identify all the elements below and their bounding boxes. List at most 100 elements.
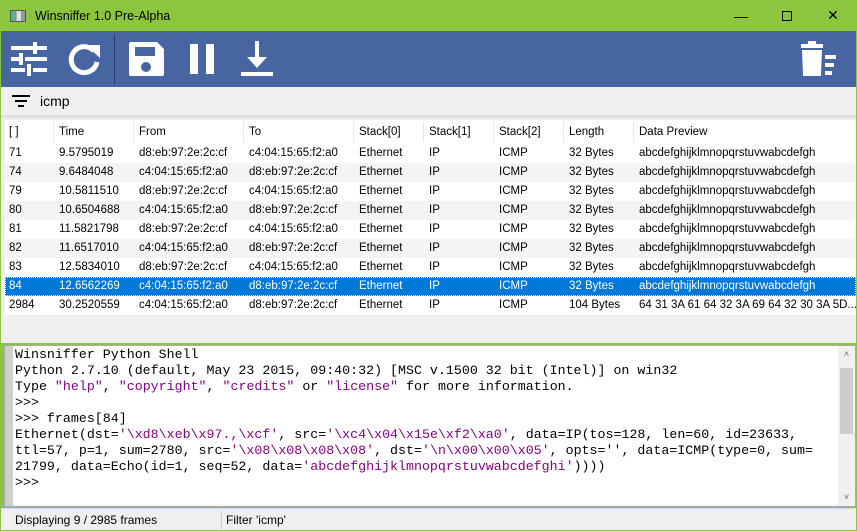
table-cell: Ethernet bbox=[359, 261, 403, 273]
column-header[interactable]: [ ] bbox=[9, 120, 19, 144]
table-cell: abcdefghijklmnopqrstuvwabcdefgh bbox=[639, 280, 816, 292]
status-divider bbox=[221, 511, 222, 529]
column-divider[interactable] bbox=[493, 122, 494, 142]
table-cell: c4:04:15:65:f2:a0 bbox=[249, 147, 338, 159]
filter-input[interactable]: icmp bbox=[40, 93, 70, 109]
save-button[interactable] bbox=[126, 39, 166, 79]
column-divider[interactable] bbox=[133, 122, 134, 142]
table-cell: IP bbox=[429, 280, 440, 292]
maximize-button[interactable] bbox=[764, 0, 810, 31]
table-cell: 81 bbox=[9, 223, 22, 235]
pause-button[interactable] bbox=[182, 39, 222, 79]
frames-table: [ ] Time From To Stack[0] Stack[1] Stack[2] Len… bbox=[5, 120, 857, 315]
table-row[interactable]: 81 11.5821798 d8:eb:97:2e:2c:cf c4:04:15:65… bbox=[5, 220, 856, 239]
table-row[interactable]: 82 11.6517010 c4:04:15:65:f2:a0 d8:eb:97:2e… bbox=[5, 239, 856, 258]
shell-line: >>> bbox=[15, 395, 835, 411]
scroll-thumb[interactable] bbox=[840, 368, 853, 434]
shell-string: '\xc4\x04\x15e\xf2\xa0' bbox=[326, 427, 510, 442]
table-cell: 30.2520559 bbox=[59, 299, 120, 311]
table-cell: 32 Bytes bbox=[569, 280, 614, 292]
table-cell: ICMP bbox=[499, 166, 528, 178]
table-cell: 10.5811510 bbox=[59, 185, 119, 197]
pause-icon bbox=[190, 44, 214, 74]
delete-button[interactable] bbox=[797, 39, 837, 79]
table-row[interactable]: 74 9.6484048 c4:04:15:65:f2:a0 d8:eb:97:2e:… bbox=[5, 163, 856, 182]
table-cell: 32 Bytes bbox=[569, 223, 614, 235]
shell-output[interactable]: Winsniffer Python Shell Python 2.7.10 (de… bbox=[15, 347, 835, 491]
column-header[interactable]: To bbox=[249, 120, 261, 144]
table-row[interactable]: 83 12.5834010 d8:eb:97:2e:2c:cf c4:04:15:65… bbox=[5, 258, 856, 277]
column-header[interactable]: Stack[0] bbox=[359, 120, 401, 144]
table-cell: d8:eb:97:2e:2c:cf bbox=[249, 280, 338, 292]
table-cell: IP bbox=[429, 242, 440, 254]
column-divider[interactable] bbox=[353, 122, 354, 142]
table-row[interactable]: 79 10.5811510 d8:eb:97:2e:2c:cf c4:04:15:65… bbox=[5, 182, 856, 201]
table-row[interactable]: 80 10.6504688 c4:04:15:65:f2:a0 d8:eb:97:2e… bbox=[5, 201, 856, 220]
table-cell: IP bbox=[429, 204, 440, 216]
table-cell: IP bbox=[429, 261, 440, 273]
settings-button[interactable] bbox=[9, 39, 49, 79]
scroll-down-icon[interactable]: ˅ bbox=[838, 489, 855, 506]
status-bar: Displaying 9 / 2985 frames Filter 'icmp' bbox=[1, 508, 856, 530]
table-cell: 71 bbox=[9, 147, 22, 159]
table-cell: ICMP bbox=[499, 299, 528, 311]
column-header[interactable]: Stack[2] bbox=[499, 120, 541, 144]
app-window: Winsniffer 1.0 Pre-Alpha — ✕ icmp [ ] Tim… bbox=[1, 0, 857, 530]
shell-text: , opts='', data=ICMP(type=0, sum= bbox=[549, 443, 813, 458]
frame-count-status: Displaying 9 / 2985 frames bbox=[15, 513, 158, 527]
shell-string: 'abcdefghijklmnopqrstuvwabcdefghi' bbox=[302, 459, 574, 474]
column-header[interactable]: Length bbox=[569, 120, 604, 144]
column-header[interactable]: Data Preview bbox=[639, 120, 707, 144]
shell-string: "license" bbox=[326, 379, 399, 394]
shell-text: for more information. bbox=[398, 379, 574, 394]
table-cell: 64 31 3A 61 64 32 3A 69 64 32 30 3A 5D..… bbox=[639, 299, 857, 311]
filter-bar[interactable]: icmp bbox=[1, 87, 856, 115]
shell-text: , data=IP(tos=128, len=60, id=23633, bbox=[509, 427, 798, 442]
minimize-button[interactable]: — bbox=[718, 0, 764, 31]
table-cell: 12.6562269 bbox=[59, 280, 120, 292]
table-row[interactable]: 2984 30.2520559 c4:04:15:65:f2:a0 d8:eb:97:… bbox=[5, 296, 857, 315]
python-shell[interactable]: Winsniffer Python Shell Python 2.7.10 (de… bbox=[4, 345, 856, 507]
shell-line: Winsniffer Python Shell bbox=[15, 347, 835, 363]
refresh-button[interactable] bbox=[64, 39, 104, 79]
table-cell: Ethernet bbox=[359, 204, 403, 216]
table-cell: abcdefghijklmnopqrstuvwabcdefgh bbox=[639, 147, 816, 159]
close-button[interactable]: ✕ bbox=[810, 0, 856, 31]
shell-text: Winsniffer Python Shell bbox=[15, 347, 199, 362]
shell-line: ttl=57, p=1, sum=2780, src='\x08\x08\x08… bbox=[15, 443, 835, 459]
column-divider[interactable] bbox=[633, 122, 634, 142]
column-header[interactable]: Stack[1] bbox=[429, 120, 471, 144]
table-cell: 2984 bbox=[9, 299, 35, 311]
column-divider[interactable] bbox=[423, 122, 424, 142]
table-row[interactable]: 71 9.5795019 d8:eb:97:2e:2c:cf c4:04:15:65:… bbox=[5, 144, 856, 163]
column-divider[interactable] bbox=[53, 122, 54, 142]
table-cell: d8:eb:97:2e:2c:cf bbox=[249, 242, 338, 254]
table-cell: d8:eb:97:2e:2c:cf bbox=[139, 185, 228, 197]
shell-string: "help" bbox=[54, 379, 103, 394]
table-cell: c4:04:15:65:f2:a0 bbox=[139, 242, 228, 254]
column-divider[interactable] bbox=[563, 122, 564, 142]
table-cell: abcdefghijklmnopqrstuvwabcdefgh bbox=[639, 261, 816, 273]
shell-text: ttl=57, p=1, sum=2780, src= bbox=[15, 443, 231, 458]
download-button[interactable] bbox=[237, 39, 277, 79]
table-cell: 32 Bytes bbox=[569, 185, 614, 197]
scroll-up-icon[interactable]: ˄ bbox=[838, 346, 855, 363]
table-cell: d8:eb:97:2e:2c:cf bbox=[249, 204, 338, 216]
table-cell: c4:04:15:65:f2:a0 bbox=[139, 280, 228, 292]
table-row[interactable]: 84 12.6562269 c4:04:15:65:f2:a0 d8:eb:97:2e… bbox=[5, 277, 856, 296]
shell-scrollbar[interactable]: ˄ ˅ bbox=[838, 346, 855, 506]
shell-string: "credits" bbox=[222, 379, 295, 394]
shell-text: >>> bbox=[15, 395, 39, 410]
table-cell: IP bbox=[429, 185, 440, 197]
table-cell: 84 bbox=[9, 280, 22, 292]
column-divider[interactable] bbox=[243, 122, 244, 142]
table-cell: Ethernet bbox=[359, 166, 403, 178]
shell-text: , dst= bbox=[374, 443, 422, 458]
table-cell: Ethernet bbox=[359, 147, 403, 159]
window-title: Winsniffer 1.0 Pre-Alpha bbox=[35, 8, 171, 23]
table-cell: Ethernet bbox=[359, 242, 403, 254]
table-cell: IP bbox=[429, 166, 440, 178]
table-cell: 80 bbox=[9, 204, 22, 216]
column-header[interactable]: Time bbox=[59, 120, 84, 144]
column-header[interactable]: From bbox=[139, 120, 166, 144]
